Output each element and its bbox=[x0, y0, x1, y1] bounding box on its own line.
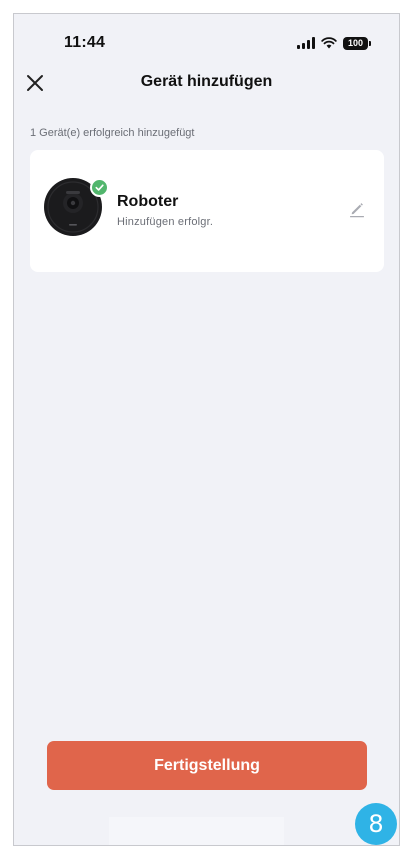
device-status: Hinzufügen erfolgr. bbox=[117, 216, 214, 228]
app-screen: 11:44 100 Gerät hinzufügen 1 Gerät(e) er… bbox=[13, 13, 400, 846]
home-indicator-area bbox=[109, 817, 284, 845]
status-time: 11:44 bbox=[64, 34, 106, 51]
finish-button[interactable]: Fertigstellung bbox=[47, 741, 367, 790]
success-summary: 1 Gerät(e) erfolgreich hinzugefügt bbox=[30, 127, 195, 139]
status-icons: 100 bbox=[297, 36, 371, 50]
device-card[interactable]: Roboter Hinzufügen erfolgr. bbox=[30, 150, 384, 272]
page-title: Gerät hinzufügen bbox=[140, 73, 273, 90]
cellular-signal-icon bbox=[297, 37, 315, 49]
pencil-icon[interactable] bbox=[348, 200, 366, 218]
checkmark-icon bbox=[95, 184, 104, 191]
wifi-icon bbox=[321, 37, 337, 49]
floating-number-badge[interactable]: 8 bbox=[355, 803, 397, 845]
success-check-badge bbox=[90, 178, 109, 197]
battery-icon: 100 bbox=[343, 36, 371, 50]
device-name: Roboter bbox=[117, 193, 179, 210]
